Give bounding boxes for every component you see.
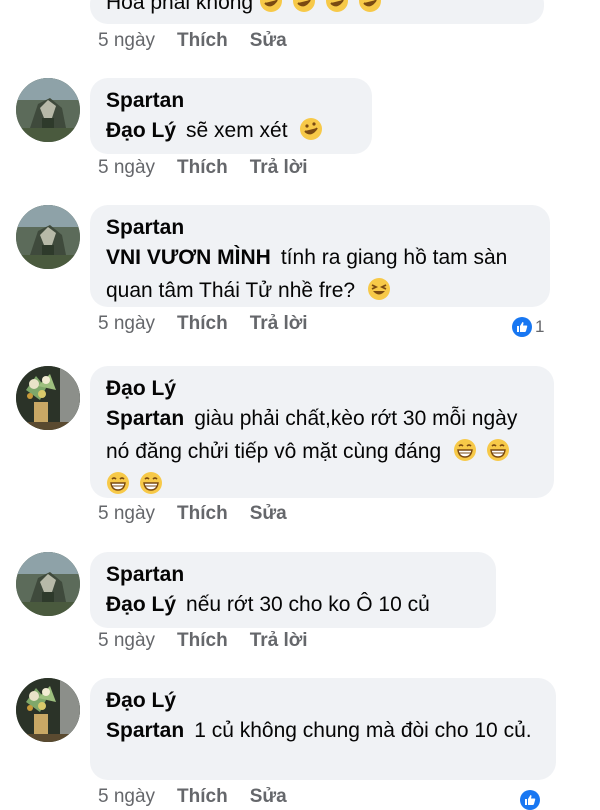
comment-text-content: nếu rớt 30 cho ko Ô 10 củ	[186, 593, 430, 616]
like-button[interactable]: Thích	[177, 313, 228, 335]
avatar[interactable]	[16, 205, 80, 269]
comment-author[interactable]: Đạo Lý	[106, 376, 538, 402]
avatar-spartan-image	[16, 78, 80, 142]
rofl-icon	[292, 0, 315, 12]
comment-text: Đạo Lý sẽ xem xét	[106, 114, 356, 147]
edit-button[interactable]: Sửa	[250, 786, 287, 808]
avatar[interactable]	[16, 552, 80, 616]
mention-link[interactable]: Spartan	[106, 407, 184, 430]
rofl-icon	[325, 0, 348, 12]
comment-meta: 5 ngày Thích Trả lời	[98, 313, 308, 335]
reply-button[interactable]: Trả lời	[250, 630, 308, 652]
reply-button[interactable]: Trả lời	[250, 157, 308, 179]
reaction-count[interactable]: 1	[512, 317, 544, 337]
comment-author[interactable]: Đạo Lý	[106, 688, 540, 714]
comment-time[interactable]: 5 ngày	[98, 630, 155, 652]
comment-text-content: 1 củ không chung mà đòi cho 10 củ.	[194, 719, 532, 742]
comment-author[interactable]: Spartan	[106, 88, 356, 114]
grin-icon	[140, 472, 162, 494]
grin-icon	[107, 472, 129, 494]
grin-squint-icon	[367, 278, 390, 300]
rofl-icon	[259, 0, 282, 12]
thumbs-up-icon	[512, 317, 532, 337]
avatar[interactable]	[16, 78, 80, 142]
avatar-spartan-image	[16, 205, 80, 269]
avatar-flowers-image	[16, 678, 80, 742]
edit-button[interactable]: Sửa	[250, 503, 287, 525]
mention-link[interactable]: VNI VƯƠN MÌNH	[106, 246, 271, 269]
mention-link[interactable]: Spartan	[106, 719, 184, 742]
comment-meta: 5 ngày Thích Sửa	[98, 503, 287, 525]
comment-bubble: Spartan VNI VƯƠN MÌNH tính ra giang hồ ta…	[90, 205, 550, 307]
comment-time[interactable]: 5 ngày	[98, 503, 155, 525]
mention-link[interactable]: Đạo Lý	[106, 593, 176, 616]
like-button[interactable]: Thích	[177, 503, 228, 525]
comment-meta: 5 ngày Thích Trả lời	[98, 157, 308, 179]
comment-author[interactable]: Spartan	[106, 215, 534, 241]
avatar-spartan-image	[16, 552, 80, 616]
comment-text: Hoà phải không	[106, 0, 528, 18]
rofl-icon	[358, 0, 381, 12]
comment-text: Spartan giàu phải chất,kèo rớt 30 mỗi ngà…	[106, 402, 538, 501]
comment-meta: 5 ngày Thích Sửa	[98, 30, 287, 52]
like-button[interactable]: Thích	[177, 630, 228, 652]
comment-text: VNI VƯƠN MÌNH tính ra giang hồ tam sàn qu…	[106, 241, 534, 307]
comment-time[interactable]: 5 ngày	[98, 313, 155, 335]
like-button[interactable]: Thích	[177, 30, 228, 52]
reaction-count[interactable]	[520, 790, 540, 810]
comment-time[interactable]: 5 ngày	[98, 786, 155, 808]
comment-meta: 5 ngày Thích Trả lời	[98, 630, 308, 652]
comment-text-content: Hoà phải không	[106, 0, 254, 14]
comment-text: Spartan 1 củ không chung mà đòi cho 10 củ…	[106, 714, 540, 747]
reaction-count-text: 1	[535, 317, 545, 336]
comment-bubble: Spartan Đạo Lý nếu rớt 30 cho ko Ô 10 củ	[90, 552, 496, 628]
grin-icon	[486, 439, 509, 461]
thumbs-up-icon	[520, 790, 540, 810]
mention-link[interactable]: Đạo Lý	[106, 119, 176, 142]
comment-author[interactable]: Spartan	[106, 562, 480, 588]
like-button[interactable]: Thích	[177, 786, 228, 808]
comment-bubble: Đạo Lý Spartan 1 củ không chung mà đòi ch…	[90, 678, 556, 780]
comment-text: Đạo Lý nếu rớt 30 cho ko Ô 10 củ	[106, 588, 480, 621]
grin-icon	[453, 439, 476, 461]
comment-bubble: Spartan Đạo Lý sẽ xem xét	[90, 78, 372, 154]
avatar[interactable]	[16, 366, 80, 430]
like-button[interactable]: Thích	[177, 157, 228, 179]
comment-bubble: Hoà phải không	[90, 0, 544, 24]
comment-text-content: sẽ xem xét	[186, 119, 288, 142]
comment-time[interactable]: 5 ngày	[98, 30, 155, 52]
comment-bubble: Đạo Lý Spartan giàu phải chất,kèo rớt 30 …	[90, 366, 554, 498]
reply-button[interactable]: Trả lời	[250, 313, 308, 335]
avatar[interactable]	[16, 678, 80, 742]
rofl-icon	[300, 118, 323, 140]
emoji-row	[259, 0, 391, 14]
comment-meta: 5 ngày Thích Sửa	[98, 786, 287, 808]
avatar-flowers-image	[16, 366, 80, 430]
edit-button[interactable]: Sửa	[250, 30, 287, 52]
comment-time[interactable]: 5 ngày	[98, 157, 155, 179]
